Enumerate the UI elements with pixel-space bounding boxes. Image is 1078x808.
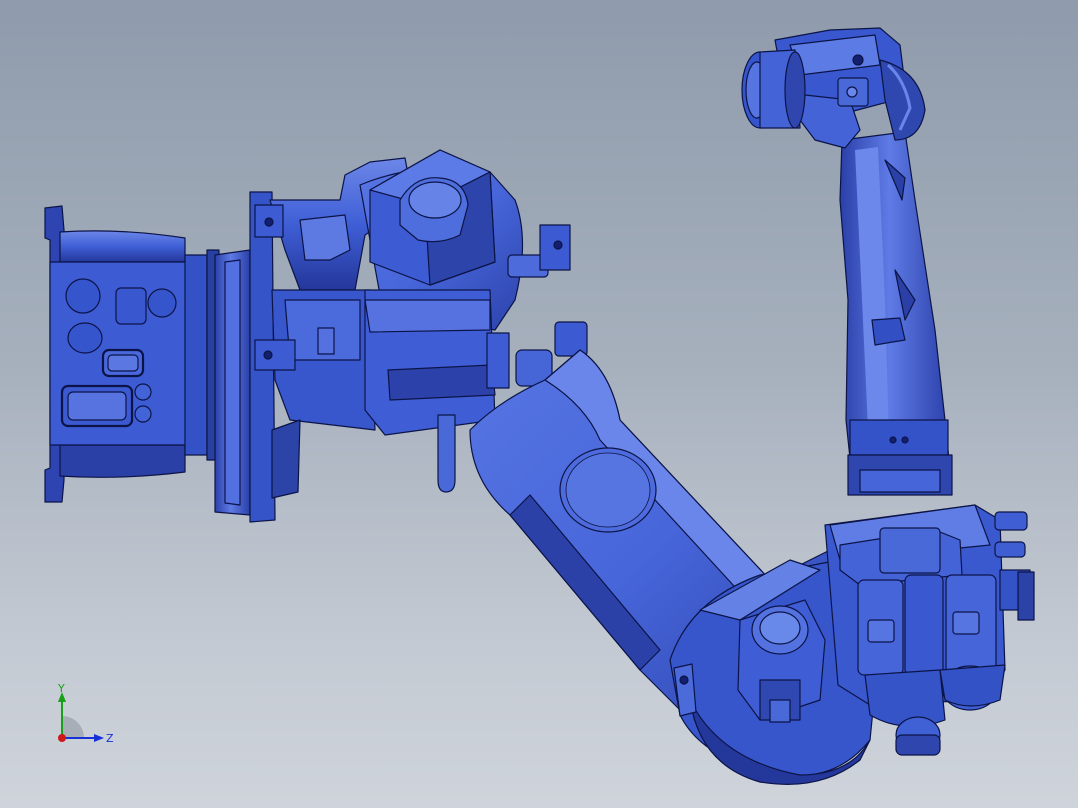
triad-plane-indicator (62, 716, 84, 738)
robot-arm-model[interactable] (0, 0, 1078, 808)
graphics-viewport[interactable]: Y Z (0, 0, 1078, 808)
z-axis-label: Z (106, 732, 114, 745)
upper-arm (839, 131, 953, 496)
orientation-triad: Y Z (57, 682, 114, 745)
y-axis-label: Y (57, 682, 65, 695)
x-axis-dot-icon (58, 734, 66, 742)
base-motor (44, 205, 220, 503)
wrist-head (741, 27, 926, 149)
z-axis-arrow-icon (94, 734, 104, 742)
